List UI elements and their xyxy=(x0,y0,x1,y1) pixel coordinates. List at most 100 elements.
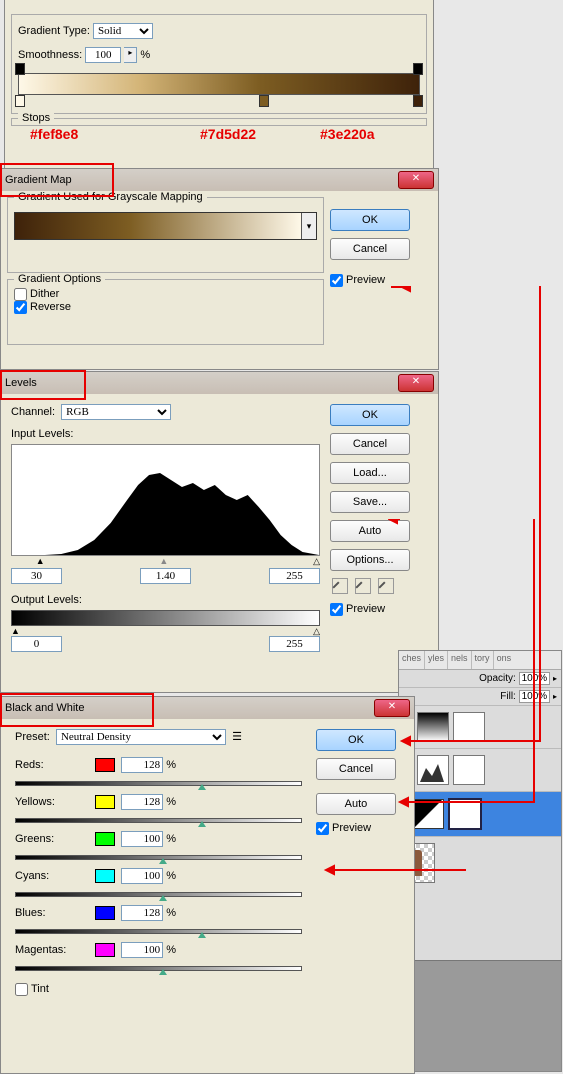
bw-slider[interactable] xyxy=(15,781,302,786)
auto-button[interactable]: Auto xyxy=(316,793,396,815)
bw-title: Black and White xyxy=(5,702,84,714)
color-annot-2: #7d5d22 xyxy=(200,126,256,142)
color-annot-1: #fef8e8 xyxy=(30,126,78,142)
bw-label: Cyans: xyxy=(15,870,95,882)
fill-value[interactable]: 100% xyxy=(519,690,551,703)
bw-value-input[interactable] xyxy=(121,794,163,810)
gradient-bar[interactable] xyxy=(18,73,420,95)
tab[interactable]: tory xyxy=(472,651,494,669)
tab[interactable]: ons xyxy=(494,651,515,669)
bw-slider[interactable] xyxy=(15,929,302,934)
bw-slider[interactable] xyxy=(15,818,302,823)
close-icon[interactable]: ✕ xyxy=(398,171,434,189)
color-swatch xyxy=(95,906,115,920)
color-swatch xyxy=(95,943,115,957)
levels-title: Levels xyxy=(5,377,37,389)
output-white[interactable] xyxy=(269,636,320,652)
pct: % xyxy=(166,759,176,771)
ok-button[interactable]: OK xyxy=(330,209,410,231)
cancel-button[interactable]: Cancel xyxy=(316,758,396,780)
color-annot-3: #3e220a xyxy=(320,126,375,142)
save-button[interactable]: Save... xyxy=(330,491,410,513)
output-levels-label: Output Levels: xyxy=(11,594,320,606)
input-levels-label: Input Levels: xyxy=(11,428,320,440)
bw-slider[interactable] xyxy=(15,966,302,971)
bw-value-input[interactable] xyxy=(121,757,163,773)
tab[interactable]: ches xyxy=(399,651,425,669)
bw-value-input[interactable] xyxy=(121,831,163,847)
bw-row: Greens: % xyxy=(15,831,302,860)
bw-label: Yellows: xyxy=(15,796,95,808)
pct: % xyxy=(166,833,176,845)
input-gamma[interactable] xyxy=(140,568,191,584)
bw-row: Magentas: % xyxy=(15,942,302,971)
tab[interactable]: nels xyxy=(448,651,472,669)
tint-check[interactable]: Tint xyxy=(15,983,49,995)
gradient-preview[interactable] xyxy=(15,213,301,239)
cancel-button[interactable]: Cancel xyxy=(330,433,410,455)
input-black[interactable] xyxy=(11,568,62,584)
close-icon[interactable]: ✕ xyxy=(398,374,434,392)
layer-thumb-bw-icon xyxy=(412,799,444,829)
gradient-type-label: Gradient Type: xyxy=(18,25,90,37)
pct: % xyxy=(166,870,176,882)
bw-row: Blues: % xyxy=(15,905,302,934)
bw-value-input[interactable] xyxy=(121,905,163,921)
bw-value-input[interactable] xyxy=(121,868,163,884)
preset-select[interactable]: Neutral Density xyxy=(56,729,226,745)
reverse-check[interactable]: Reverse xyxy=(14,301,71,313)
layer-row[interactable] xyxy=(399,837,561,889)
bw-label: Reds: xyxy=(15,759,95,771)
opacity-label: Opacity: xyxy=(479,673,516,684)
layer-row[interactable]: ●▾ xyxy=(399,749,561,792)
output-ramp[interactable] xyxy=(11,610,320,626)
ok-button[interactable]: OK xyxy=(330,404,410,426)
preview-check[interactable]: Preview xyxy=(330,603,385,615)
opacity-value[interactable]: 100% xyxy=(519,672,551,685)
gradmap-grp-title: Gradient Used for Grayscale Mapping xyxy=(14,191,207,203)
bw-slider[interactable] xyxy=(15,855,302,860)
smoothness-input[interactable] xyxy=(85,47,121,63)
auto-button[interactable]: Auto xyxy=(330,520,410,542)
output-black[interactable] xyxy=(11,636,62,652)
gray-dropper-icon[interactable] xyxy=(355,578,371,594)
layer-mask xyxy=(453,712,485,742)
color-swatch xyxy=(95,758,115,772)
opacity-stop[interactable] xyxy=(413,63,423,75)
bw-label: Magentas: xyxy=(15,944,95,956)
color-stop[interactable] xyxy=(413,95,423,107)
bw-row: Reds: % xyxy=(15,757,302,786)
bw-label: Greens: xyxy=(15,833,95,845)
close-icon[interactable]: ✕ xyxy=(374,699,410,717)
preset-menu-icon[interactable]: ☰ xyxy=(232,730,248,744)
dither-check[interactable]: Dither xyxy=(14,288,59,300)
pct: % xyxy=(166,944,176,956)
gradient-dropdown[interactable]: ▾ xyxy=(301,213,316,239)
pct: % xyxy=(166,907,176,919)
bw-label: Blues: xyxy=(15,907,95,919)
preview-check[interactable]: Preview xyxy=(316,822,371,834)
opacity-stop[interactable] xyxy=(15,63,25,75)
layer-row-selected[interactable]: ● xyxy=(399,792,561,837)
options-button[interactable]: Options... xyxy=(330,549,410,571)
gradient-type-select[interactable]: Solid xyxy=(93,23,153,39)
color-stop[interactable] xyxy=(15,95,25,107)
color-swatch xyxy=(95,832,115,846)
bw-slider[interactable] xyxy=(15,892,302,897)
tab[interactable]: yles xyxy=(425,651,448,669)
color-swatch xyxy=(95,795,115,809)
input-white[interactable] xyxy=(269,568,320,584)
layer-row[interactable]: ●▾ xyxy=(399,706,561,749)
cancel-button[interactable]: Cancel xyxy=(330,238,410,260)
white-dropper-icon[interactable] xyxy=(378,578,394,594)
color-stop[interactable] xyxy=(259,95,269,107)
color-swatch xyxy=(95,869,115,883)
black-dropper-icon[interactable] xyxy=(332,578,348,594)
stops-label: Stops xyxy=(18,112,54,124)
load-button[interactable]: Load... xyxy=(330,462,410,484)
ok-button[interactable]: OK xyxy=(316,729,396,751)
channel-select[interactable]: RGB xyxy=(61,404,171,420)
bw-value-input[interactable] xyxy=(121,942,163,958)
preview-check[interactable]: Preview xyxy=(330,274,385,286)
layer-mask xyxy=(448,798,482,830)
